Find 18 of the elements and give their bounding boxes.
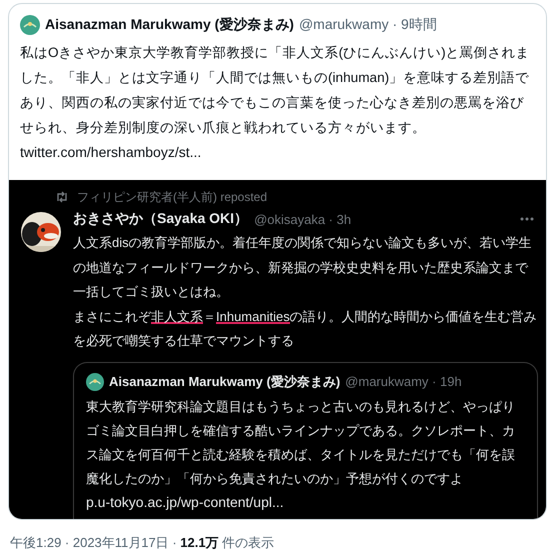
repost-label: フィリピン研究者(半人前) reposted [77, 188, 268, 206]
avatar-icon [86, 372, 104, 390]
link[interactable]: twitter.com/hershamboyz/st... [20, 144, 202, 160]
post-meta: 午後1:29 · 2023年11月17日 · 12.1万 件の表示 [10, 534, 276, 552]
author-name[interactable]: Aisanazman Marukwamy (愛沙奈まみ) [45, 16, 294, 34]
author-name[interactable]: Aisanazman Marukwamy (愛沙奈まみ) [109, 372, 340, 390]
author-name[interactable]: おきさやか（Sayaka OKI） [73, 210, 248, 228]
repost-icon [55, 191, 69, 203]
handle-time: @marukwamy · 9時間 [298, 16, 437, 34]
post-text: まさにこれぞ非人文系＝Inhumanitiesの語り。人間的な時間から価値を生む営みを必死で嘲笑する仕草でマウントする [73, 308, 538, 350]
handle-time: @okisayaka · 3h [254, 212, 352, 226]
quote-text: 東大教育学研究科論文題目はもうちょっと古いのも見れるけど、やっぱりゴミ論文目白押しを確信する酷いラインナップである。クソレポート、カス論文を何百何千と読む経験を積めば、タイトルを見ただけでも「何を誤魔化したのか」「何から免責されたいのか」予想が付くのですよ [86, 398, 516, 488]
tweet-text: 私はOきさやか東京大学教育学部教授に「非人文系(ひにんぶんけい)と罵倒されました。「非人」とは文字通り「人間では無いもの(inhuman)」を意味する差別語であり、関西の私の実家付近では今でもこの言葉を使った心なき差別の悪罵を浴びせられ、身分差別制度の深い爪痕と戦われている方々がいます。 [20, 44, 531, 137]
link[interactable]: p.u-tokyo.ac.jp/wp-content/upl... [86, 494, 284, 510]
avatar-icon [20, 15, 40, 35]
post-text: 人文系disの教育学部版か。着任年度の関係で知らない論文も多いが、若い学生の地道なフィールドワークから、新発掘の学校史史料を用いた歴史系論文まで一括してゴミ扱いとはね。 [73, 234, 533, 301]
handle-time: @marukwamy · 19h [345, 374, 462, 389]
more-icon[interactable] [520, 217, 534, 221]
